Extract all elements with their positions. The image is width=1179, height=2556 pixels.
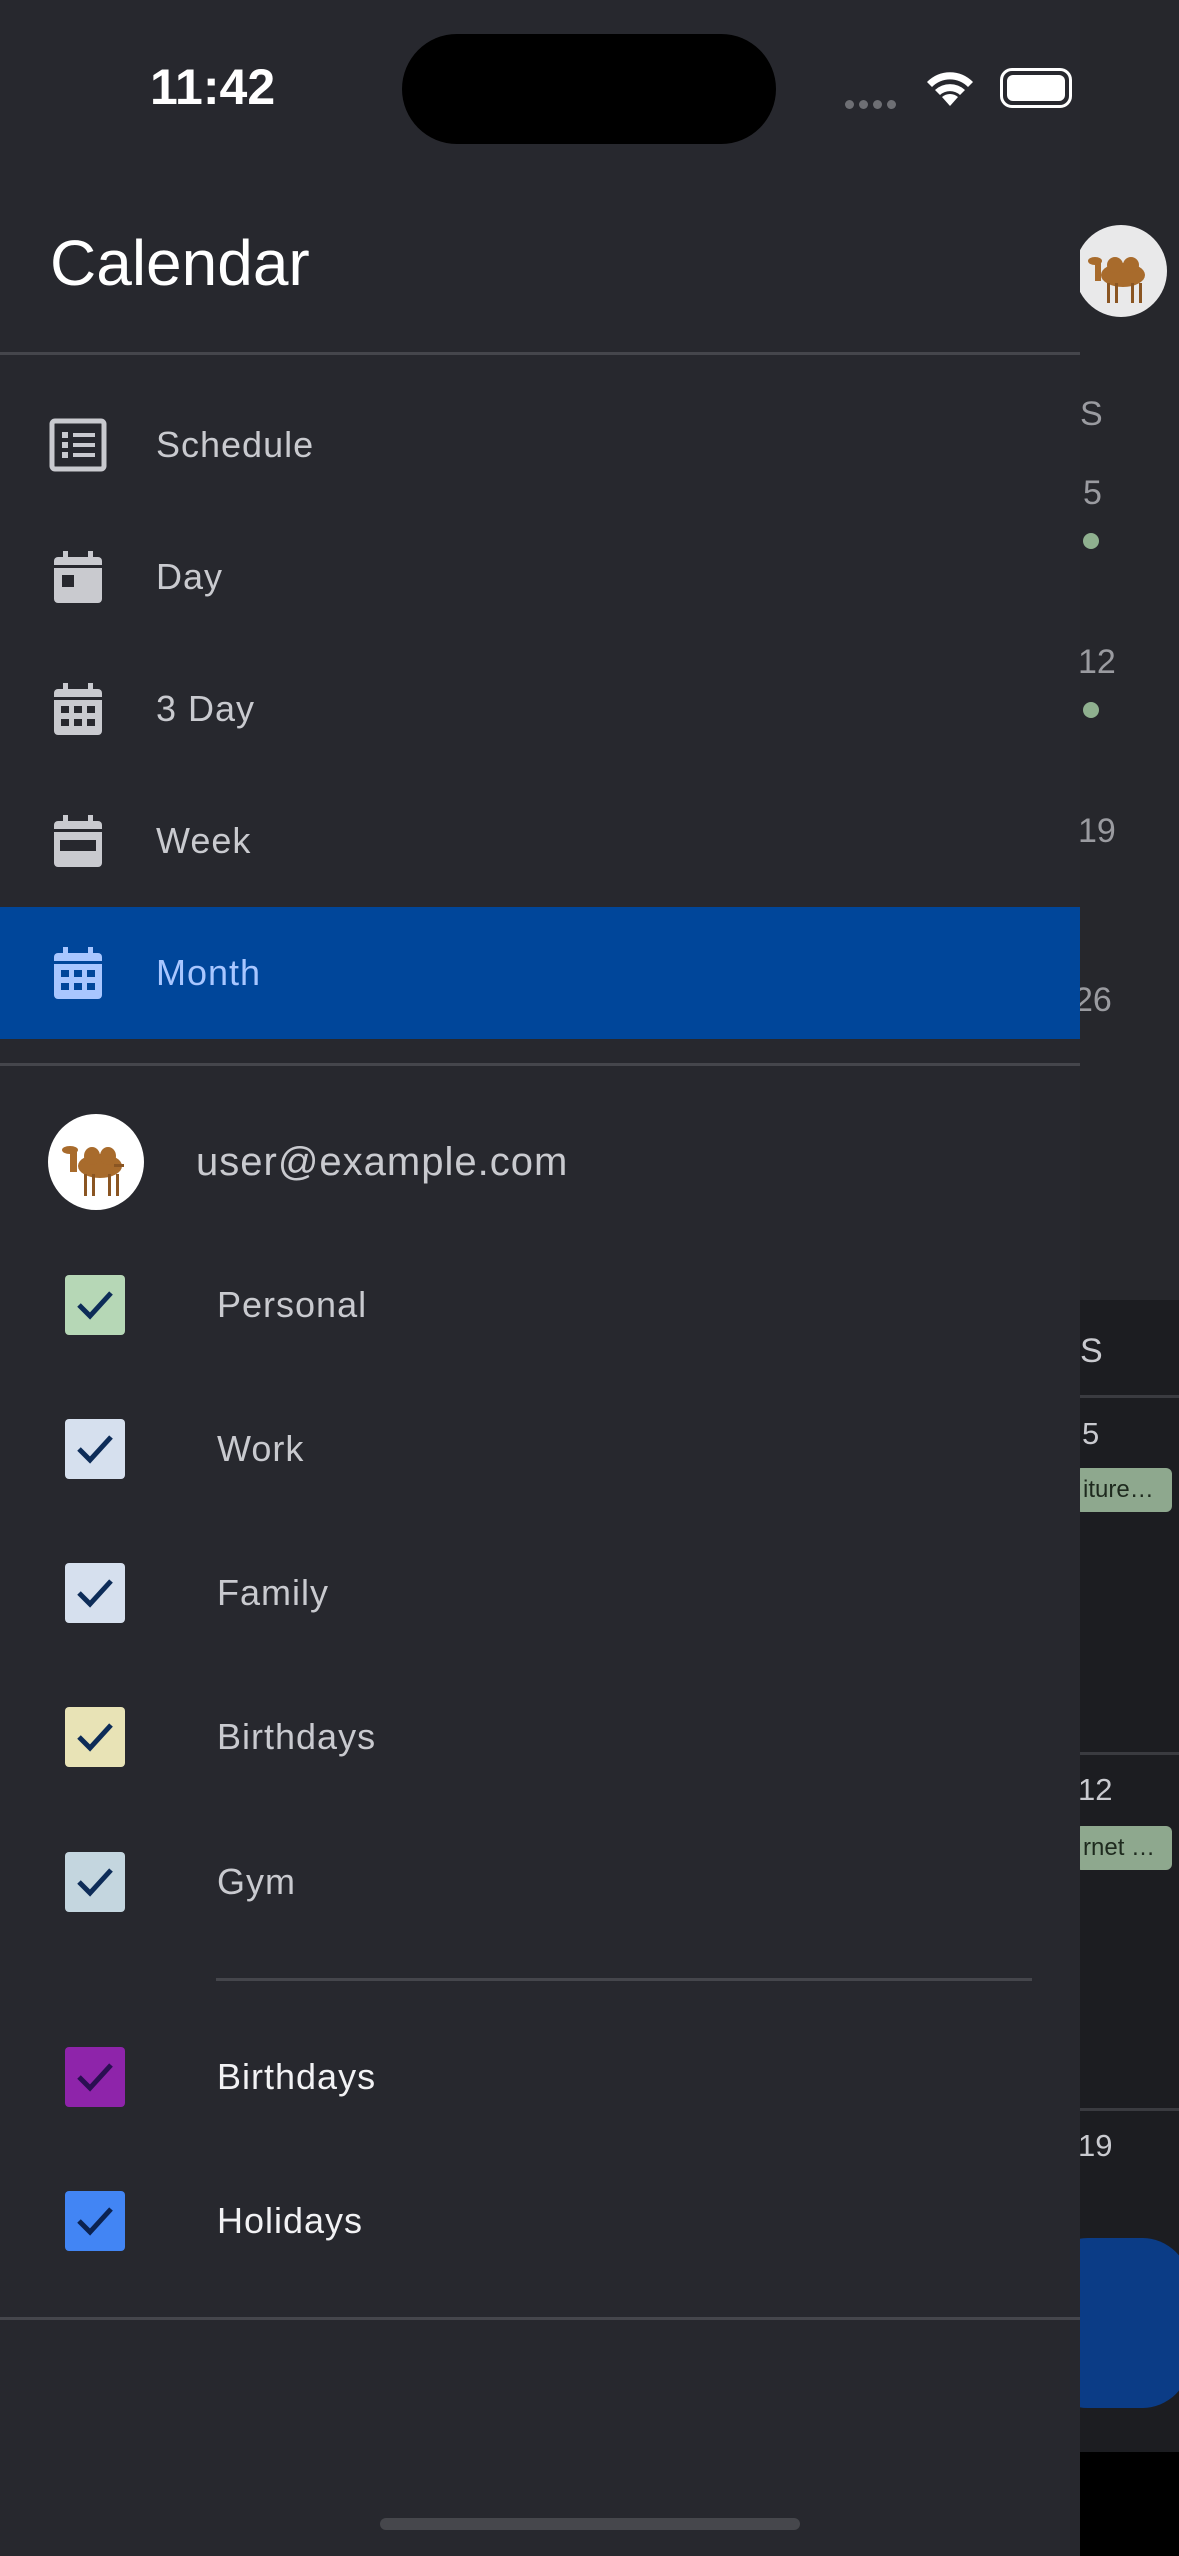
check-icon xyxy=(77,1435,113,1464)
agenda-date[interactable]: 19 xyxy=(1078,2128,1112,2164)
wifi-icon xyxy=(927,72,973,106)
account-email: user@example.com xyxy=(196,1139,569,1184)
dynamic-island xyxy=(402,34,776,144)
calendar-label: Work xyxy=(217,1428,305,1469)
checkbox[interactable] xyxy=(65,1419,125,1479)
check-icon xyxy=(77,2207,113,2236)
status-time: 11:42 xyxy=(150,59,276,115)
schedule-list-icon xyxy=(49,418,107,472)
camel-icon xyxy=(62,1146,124,1196)
account-avatar-button[interactable] xyxy=(1075,225,1167,317)
agenda-date[interactable]: 5 xyxy=(1082,1416,1099,1452)
weekday-header: S xyxy=(1080,1332,1103,1370)
navigation-drawer: 11:42 Calendar Schedule Day 3 Day Week M… xyxy=(0,0,1080,2556)
calendar-label: Personal xyxy=(217,1284,368,1325)
nav-label: Day xyxy=(156,556,224,597)
divider xyxy=(1080,2108,1179,2111)
checkbox[interactable] xyxy=(65,1275,125,1335)
agenda-date[interactable]: 12 xyxy=(1078,1772,1112,1808)
checkbox[interactable] xyxy=(65,1707,125,1767)
nav-item-week[interactable]: Week xyxy=(0,775,1080,907)
calendar-toggle-birthdays-other[interactable]: Birthdays xyxy=(0,2022,1080,2132)
weekday-header: S xyxy=(1080,395,1103,433)
divider xyxy=(0,2317,1080,2320)
calendar-toggle-work[interactable]: Work xyxy=(0,1394,1080,1504)
event-chip[interactable]: iture… xyxy=(1075,1468,1172,1512)
account-row[interactable]: user@example.com xyxy=(0,1112,1080,1212)
nav-label: Week xyxy=(156,820,252,861)
event-dot xyxy=(1083,533,1099,549)
month-date[interactable]: 5 xyxy=(1083,474,1102,513)
check-icon xyxy=(77,1579,113,1608)
checkbox[interactable] xyxy=(65,1563,125,1623)
checkbox[interactable] xyxy=(65,2191,125,2251)
camel-icon xyxy=(1088,257,1145,303)
checkbox[interactable] xyxy=(65,2047,125,2107)
calendar-toggle-personal[interactable]: Personal xyxy=(0,1250,1080,1360)
nav-label: Month xyxy=(156,952,262,993)
check-icon xyxy=(77,1868,113,1897)
calendar-label: Holidays xyxy=(217,2200,364,2241)
battery-icon xyxy=(1000,68,1072,108)
calendar-label: Family xyxy=(217,1572,329,1613)
calendar-week-icon xyxy=(54,815,102,867)
calendar-month-icon xyxy=(54,947,102,999)
nav-label: 3 Day xyxy=(156,688,256,729)
event-chip[interactable]: rnet … xyxy=(1075,1826,1172,1870)
nav-item-3-day[interactable]: 3 Day xyxy=(0,643,1080,775)
calendar-3day-icon xyxy=(54,683,102,735)
month-date[interactable]: 12 xyxy=(1078,643,1116,682)
divider xyxy=(1080,1752,1179,1755)
nav-item-month[interactable]: Month xyxy=(0,907,1080,1039)
calendar-label: Gym xyxy=(217,1861,296,1902)
calendar-label: Birthdays xyxy=(217,1716,377,1757)
calendar-day-icon xyxy=(54,551,102,603)
calendar-toggle-birthdays[interactable]: Birthdays xyxy=(0,1682,1080,1792)
divider xyxy=(0,352,1080,355)
calendar-toggle-gym[interactable]: Gym xyxy=(0,1827,1080,1937)
check-icon xyxy=(77,1291,113,1320)
nav-label: Schedule xyxy=(156,424,315,465)
check-icon xyxy=(77,2063,113,2092)
divider xyxy=(0,1063,1080,1066)
month-date[interactable]: 19 xyxy=(1078,812,1116,851)
calendar-toggle-family[interactable]: Family xyxy=(0,1538,1080,1648)
nav-item-day[interactable]: Day xyxy=(0,511,1080,643)
calendar-toggle-holidays[interactable]: Holidays xyxy=(0,2166,1080,2276)
divider xyxy=(1080,1395,1179,1398)
account-avatar xyxy=(48,1114,144,1210)
cellular-signal-icon xyxy=(845,96,901,114)
event-dot xyxy=(1083,702,1099,718)
divider xyxy=(216,1978,1032,1981)
check-icon xyxy=(77,1723,113,1752)
nav-item-schedule[interactable]: Schedule xyxy=(0,379,1080,511)
checkbox[interactable] xyxy=(65,1852,125,1912)
calendar-label: Birthdays xyxy=(217,2056,377,2097)
drawer-title: Calendar xyxy=(50,227,310,299)
home-indicator[interactable] xyxy=(380,2518,800,2530)
